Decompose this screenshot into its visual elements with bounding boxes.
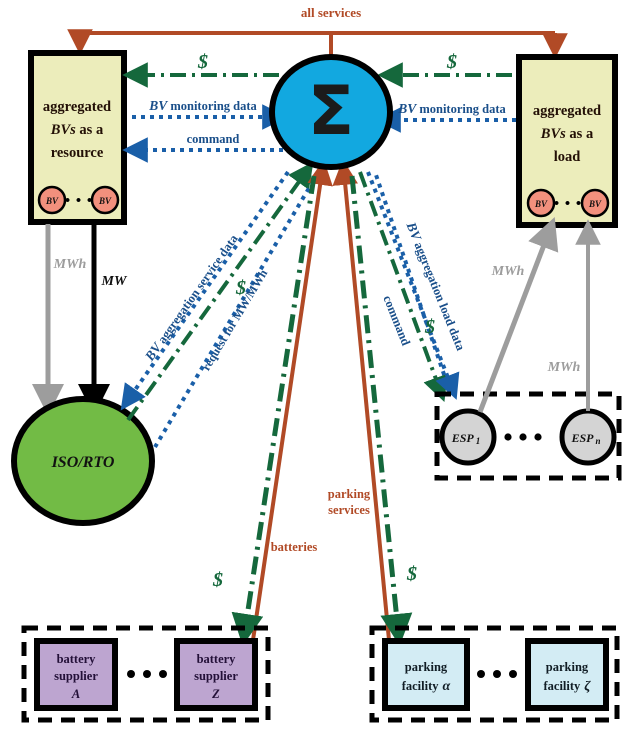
resource-box-line2-rest: as a [76,122,104,138]
label-command-left: command [187,132,240,146]
edge-batteries [251,159,333,641]
label-bv-aggregation-load-data: BV aggregation load data [403,219,469,353]
aggregator-sigma-label: Σ [308,72,354,151]
battery-first-l2: supplier [54,669,98,683]
label-parking-services-l2: services [328,503,370,517]
diagram-canvas: all services Σ aggregated BVs as a resou… [0,0,635,730]
bv-label: BV [98,196,112,206]
load-box-ellipsis: • • • [554,196,582,212]
resource-box-line3: resource [51,145,104,161]
load-box-line2-rest: as a [566,126,594,142]
resource-box-line2-italic: BVs [50,122,76,138]
label-money-left: $ [197,51,208,73]
load-box-line2: BVs as a [540,126,594,142]
battery-last-l1: battery [197,652,237,666]
resource-box-line1: aggregated [43,99,111,115]
label-bv-monitoring-left: BV monitoring data [148,98,257,113]
edge-money-service [126,161,314,422]
parking-facility-last[interactable] [525,638,609,711]
label-all-services: all services [301,5,361,20]
label-parking-services-l1: parking [328,487,371,501]
battery-last-l3: Z [211,687,220,701]
label-money-right: $ [446,51,457,73]
load-box-line1: aggregated [533,103,601,119]
resource-box-ellipsis: • • • [65,193,93,209]
label-money-battery: $ [212,569,223,591]
parking-last-l2: facility ζ [544,679,592,694]
parking-first-l2: facility α [402,679,451,694]
edge-parking-services [332,159,391,641]
iso-rto-label: ISO/RTO [51,454,115,471]
battery-last-l2: supplier [194,669,238,683]
resource-box-line2: BVs as a [50,122,104,138]
label-mwh-left: MWh [53,257,87,272]
label-batteries: batteries [271,540,318,554]
load-box-line2-italic: BVs [540,126,566,142]
label-mwh-esp1: MWh [491,264,525,279]
battery-first-l1: battery [57,652,97,666]
bv-label: BV [45,196,59,206]
label-mw-left: MW [101,274,128,289]
label-money-load: $ [424,316,435,338]
bv-label: BV [588,199,602,209]
parking-last-l1: parking [546,660,589,674]
edge-mwh-esp1-to-load [477,217,559,413]
battery-first-l3: A [71,687,80,701]
parking-facility-first[interactable] [382,638,470,711]
label-money-parking: $ [406,563,417,585]
load-box-line3: load [554,149,581,165]
bv-label: BV [534,199,548,209]
edge-money-parking [349,175,413,646]
parking-first-l1: parking [405,660,448,674]
label-bv-monitoring-right: BV monitoring data [397,101,506,116]
parking-facility-group-box[interactable] [369,625,620,723]
label-mwh-espn: MWh [547,360,581,375]
edge-all-services [67,29,568,59]
diagram-svg: all services Σ aggregated BVs as a resou… [11,5,622,723]
